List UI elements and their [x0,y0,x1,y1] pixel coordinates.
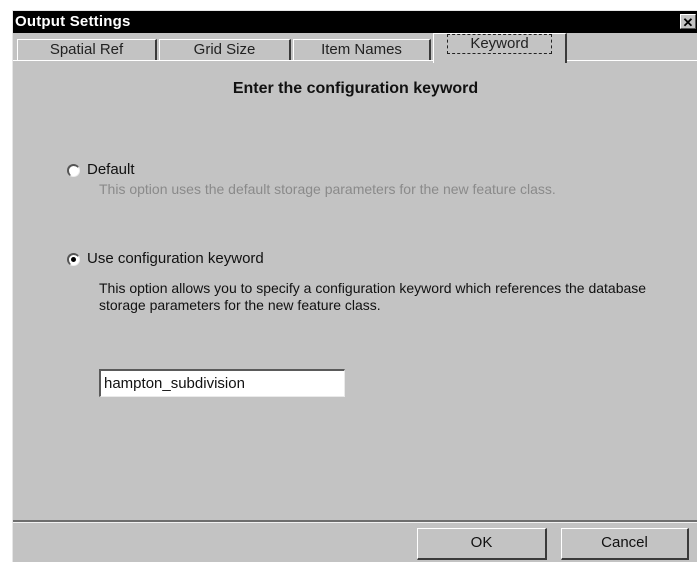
title-bar[interactable]: Output Settings ✕ [13,11,697,33]
button-separator [13,520,697,523]
keyword-panel: Enter the configuration keyword Default … [13,60,697,520]
default-option-label: Default [87,161,135,178]
keyword-input[interactable] [99,369,345,397]
tab-bar: Spatial Ref Grid Size Item Names Keyword [13,33,697,63]
default-option-description: This option uses the default storage par… [99,181,556,197]
output-settings-dialog: Output Settings ✕ Spatial Ref Grid Size … [12,10,697,562]
panel-heading: Enter the configuration keyword [232,80,479,97]
keyword-option-description: This option allows you to specify a conf… [99,280,647,313]
tab-grid-size[interactable]: Grid Size [159,39,291,61]
tab-item-names[interactable]: Item Names [293,39,431,61]
keyword-radio[interactable] [67,253,80,266]
default-radio[interactable] [67,164,80,177]
tab-keyword-label: Keyword [447,34,552,54]
close-icon[interactable]: ✕ [680,14,696,30]
dialog-title: Output Settings [15,13,131,30]
tab-spatial-ref[interactable]: Spatial Ref [17,39,157,61]
tab-keyword[interactable]: Keyword [433,33,567,63]
keyword-option-label: Use configuration keyword [87,250,264,267]
radio-selected-dot [71,257,76,262]
ok-button[interactable]: OK [417,528,547,560]
cancel-button[interactable]: Cancel [561,528,689,560]
